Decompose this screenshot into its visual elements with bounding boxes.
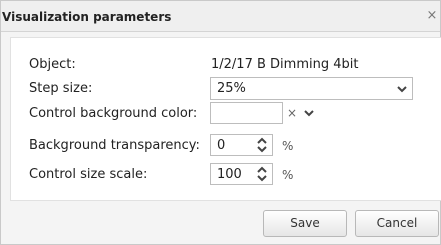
background-transparency-unit: %: [282, 139, 294, 153]
save-button[interactable]: Save: [263, 210, 347, 237]
visualization-parameters-dialog: Visualization parameters × Object: 1/2/1…: [0, 0, 441, 245]
background-transparency-spinner[interactable]: 0: [210, 134, 273, 156]
object-label: Object:: [29, 57, 76, 72]
chevron-down-icon[interactable]: [254, 174, 270, 183]
close-icon[interactable]: ×: [425, 8, 439, 24]
object-value: 1/2/17 B Dimming 4bit: [211, 57, 359, 72]
step-size-label: Step size:: [29, 81, 93, 96]
control-size-scale-value: 100: [217, 167, 242, 182]
cancel-button[interactable]: Cancel: [355, 210, 439, 237]
control-size-scale-label: Control size scale:: [29, 167, 148, 182]
background-color-picker[interactable]: [210, 102, 283, 124]
dialog-title: Visualization parameters: [2, 10, 172, 24]
background-color-label: Control background color:: [29, 106, 198, 121]
control-size-scale-spin-buttons: [254, 165, 270, 183]
step-size-selected-value: 25%: [217, 81, 246, 96]
background-transparency-spin-buttons: [254, 136, 270, 154]
clear-icon[interactable]: ×: [286, 105, 298, 121]
chevron-up-icon[interactable]: [254, 136, 270, 145]
chevron-down-icon[interactable]: [254, 145, 270, 154]
background-transparency-label: Background transparency:: [29, 138, 200, 153]
chevron-down-icon[interactable]: [303, 107, 315, 119]
chevron-up-icon[interactable]: [254, 165, 270, 174]
control-size-scale-unit: %: [282, 168, 294, 182]
step-size-select[interactable]: 25%: [210, 77, 413, 100]
dialog-titlebar: Visualization parameters ×: [1, 1, 440, 32]
chevron-down-icon[interactable]: [397, 84, 407, 94]
background-transparency-value: 0: [217, 138, 226, 153]
control-size-scale-spinner[interactable]: 100: [210, 163, 273, 185]
